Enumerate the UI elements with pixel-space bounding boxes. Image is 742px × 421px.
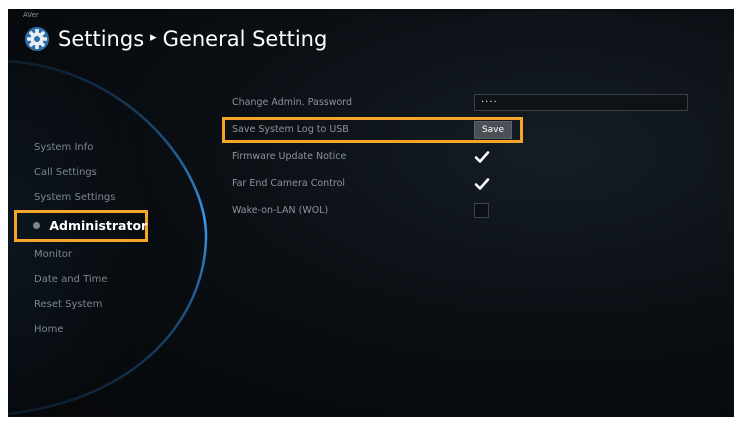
far-end-camera-label: Far End Camera Control — [232, 178, 346, 189]
setting-row-firmware-notice: Firmware Update Notice — [222, 143, 722, 170]
setting-row-far-end-camera: Far End Camera Control — [222, 170, 722, 197]
sidebar-item-monitor[interactable]: Monitor — [8, 242, 208, 267]
sidebar-item-system-info[interactable]: System Info — [8, 135, 208, 160]
sidebar-item-label: Administrator — [49, 218, 148, 233]
brand-logo: AVer — [23, 11, 39, 19]
save-button[interactable]: Save — [474, 120, 512, 139]
sidebar-nav: System Info Call Settings System Setting… — [8, 135, 208, 342]
setting-row-change-password: Change Admin. Password ···· — [222, 89, 722, 116]
gear-icon — [25, 27, 49, 51]
change-password-label: Change Admin. Password — [232, 97, 353, 108]
sidebar-item-administrator[interactable]: Administrator — [14, 210, 148, 242]
wake-on-lan-label: Wake-on-LAN (WOL) — [232, 205, 329, 216]
setting-row-wake-on-lan: Wake-on-LAN (WOL) — [222, 197, 722, 224]
far-end-camera-checkmark-icon[interactable] — [474, 176, 490, 192]
firmware-notice-checkmark-icon[interactable] — [474, 149, 490, 165]
sidebar-item-date-and-time[interactable]: Date and Time — [8, 267, 208, 292]
tv-screen: AVer Settings ▸ General Setting System I… — [8, 9, 734, 417]
sidebar-item-home[interactable]: Home — [8, 317, 208, 342]
save-log-label: Save System Log to USB — [232, 124, 349, 135]
page-header: Settings ▸ General Setting — [24, 23, 327, 55]
page-subtitle: General Setting — [162, 27, 328, 51]
page-title: Settings — [58, 27, 145, 51]
breadcrumb-separator: ▸ — [150, 29, 157, 45]
firmware-notice-label: Firmware Update Notice — [232, 151, 347, 162]
password-field[interactable]: ···· — [474, 94, 688, 111]
settings-panel: Change Admin. Password ···· Save System … — [222, 89, 722, 224]
sidebar-item-system-settings[interactable]: System Settings — [8, 185, 208, 210]
sidebar-item-reset-system[interactable]: Reset System — [8, 292, 208, 317]
sidebar-item-call-settings[interactable]: Call Settings — [8, 160, 208, 185]
setting-row-save-log: Save System Log to USB Save — [222, 116, 722, 143]
wake-on-lan-checkbox[interactable] — [474, 203, 489, 218]
selection-dot-icon — [33, 222, 40, 229]
